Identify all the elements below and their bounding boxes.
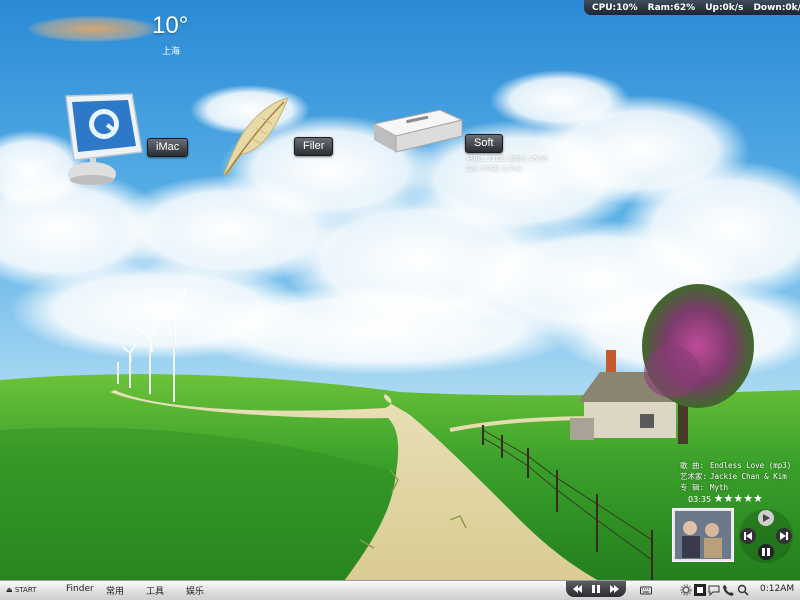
player-forward-icon[interactable]: [776, 528, 792, 544]
taskbar-item-tools[interactable]: 工具: [146, 584, 164, 597]
now-playing-info: 歌 曲: Endless Love (mp3) 艺术家: Jackie Chan &…: [680, 460, 800, 493]
song-label: 歌 曲:: [680, 461, 705, 470]
apps-icon[interactable]: [694, 584, 706, 596]
taskbar-next-icon[interactable]: [610, 585, 619, 593]
search-icon[interactable]: [737, 584, 749, 596]
temperature: 10°: [152, 12, 189, 39]
upload-speed: Up:0k/s: [705, 2, 744, 13]
chat-icon[interactable]: [708, 584, 720, 596]
player-pause-icon[interactable]: [758, 544, 774, 560]
start-button[interactable]: ⏏ START: [6, 586, 36, 594]
shortcut-imac-label[interactable]: iMac: [147, 138, 189, 157]
artist-label: 艺术家:: [680, 472, 708, 481]
shortcut-filer-label[interactable]: Filer: [294, 137, 334, 156]
download-speed: Down:0k/s: [753, 2, 800, 13]
song-title: Endless Love (mp3): [710, 461, 792, 470]
hard-drive-icon[interactable]: [370, 106, 466, 156]
imac-icon[interactable]: [62, 88, 144, 188]
player-previous-icon[interactable]: [740, 528, 756, 544]
taskbar-item-finder[interactable]: Finder: [66, 584, 94, 594]
disk-total-line: 共9.76GB (13%): [466, 165, 523, 173]
keyboard-icon[interactable]: [640, 584, 652, 596]
taskbar-prev-icon[interactable]: [573, 585, 582, 593]
album-cover[interactable]: [672, 508, 734, 562]
disk-usage-line: 已用1.31GB 剩余8.45GB: [466, 155, 548, 163]
player-next-icon[interactable]: [758, 510, 774, 526]
weather-widget[interactable]: 10° 上海: [28, 10, 208, 60]
taskbar: ⏏ START Finder 常用 工具 娱乐 0:12AM: [0, 580, 800, 600]
settings-gear-icon[interactable]: [680, 584, 692, 596]
sun-icon: [28, 16, 158, 42]
city-name: 上海: [162, 47, 181, 57]
taskbar-clock[interactable]: 0:12AM: [760, 584, 794, 594]
taskbar-item-common[interactable]: 常用: [106, 584, 124, 597]
desktop: CPU:10% Ram:62% Up:0k/s Down:0k/s 10° 上海…: [0, 0, 800, 600]
taskbar-pause-icon[interactable]: [592, 585, 600, 593]
player-controls[interactable]: [738, 508, 794, 564]
taskbar-item-entertainment[interactable]: 娱乐: [186, 584, 204, 597]
cpu-usage: CPU:10%: [592, 2, 638, 13]
taskbar-media-controls: [566, 581, 626, 597]
feather-icon[interactable]: [218, 94, 294, 176]
disk-usage-info: 已用1.31GB 剩余8.45GB 共9.76GB (13%): [466, 154, 548, 174]
song-rating[interactable]: 03:35 ★★★★★: [688, 492, 763, 505]
song-artist: Jackie Chan & Kim: [710, 472, 787, 481]
song-time: 03:35: [688, 495, 712, 504]
start-label: START: [14, 586, 37, 594]
system-monitor-bar: CPU:10% Ram:62% Up:0k/s Down:0k/s: [584, 0, 800, 15]
shortcut-soft-label[interactable]: Soft: [465, 134, 503, 153]
star-rating-icons[interactable]: ★★★★★: [714, 492, 763, 505]
start-icon: ⏏: [6, 586, 13, 594]
phone-icon[interactable]: [722, 584, 734, 596]
ram-usage: Ram:62%: [647, 2, 696, 13]
